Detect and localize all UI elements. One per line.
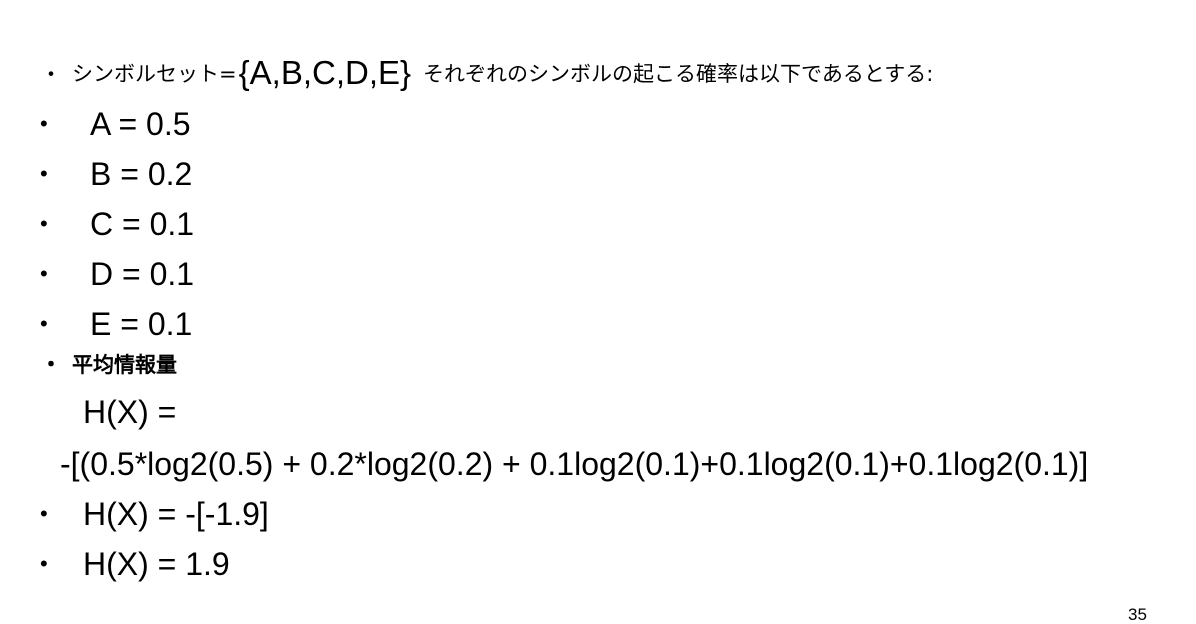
probability-text: E = 0.1 [90,306,193,342]
entropy-heading: ・平均情報量 [40,354,177,376]
bullet: • [40,261,48,286]
symbol-set-suffix: それぞれのシンボルの起こる確率は以下であるとする: [423,62,934,86]
probability-text: B = 0.2 [90,156,193,192]
probability-item-b: • B = 0.2 [40,158,192,190]
page-number: 35 [1128,605,1147,624]
bullet: • [40,501,48,526]
result-item: • H(X) = -[-1.9] [40,498,269,530]
result-text: H(X) = 1.9 [83,546,230,582]
symbol-set-prefix: シンボルセット= [72,62,237,86]
probability-item-d: • D = 0.1 [40,258,194,290]
bullet: • [40,551,48,576]
probability-text: A = 0.5 [90,106,191,142]
bullet: • [40,111,48,136]
bullet: • [40,161,48,186]
probability-text: D = 0.1 [90,256,195,292]
entropy-label: H(X) = [83,394,177,430]
entropy-heading-text: 平均情報量 [72,353,178,377]
result-text: H(X) = -[-1.9] [83,496,269,532]
result-item: • H(X) = 1.9 [40,548,230,580]
entropy-formula: -[(0.5*log2(0.5) + 0.2*log2(0.2) + 0.1lo… [60,446,1089,482]
probability-item-a: • A = 0.5 [40,108,191,140]
probability-item-e: • E = 0.1 [40,308,192,340]
slide: ・ シンボルセット= {A,B,C,D,E} それぞれのシンボルの起こる確率は以… [0,0,1196,624]
bullet: • [40,311,48,336]
probability-text: C = 0.1 [90,206,195,242]
symbol-set: {A,B,C,D,E} [238,54,412,91]
probability-item-c: • C = 0.1 [40,208,194,240]
bullet: • [40,211,48,236]
symbol-set-intro: ・ シンボルセット= {A,B,C,D,E} それぞれのシンボルの起こる確率は以… [40,54,934,91]
bullet: ・ [40,61,63,87]
bullet: ・ [40,352,63,377]
